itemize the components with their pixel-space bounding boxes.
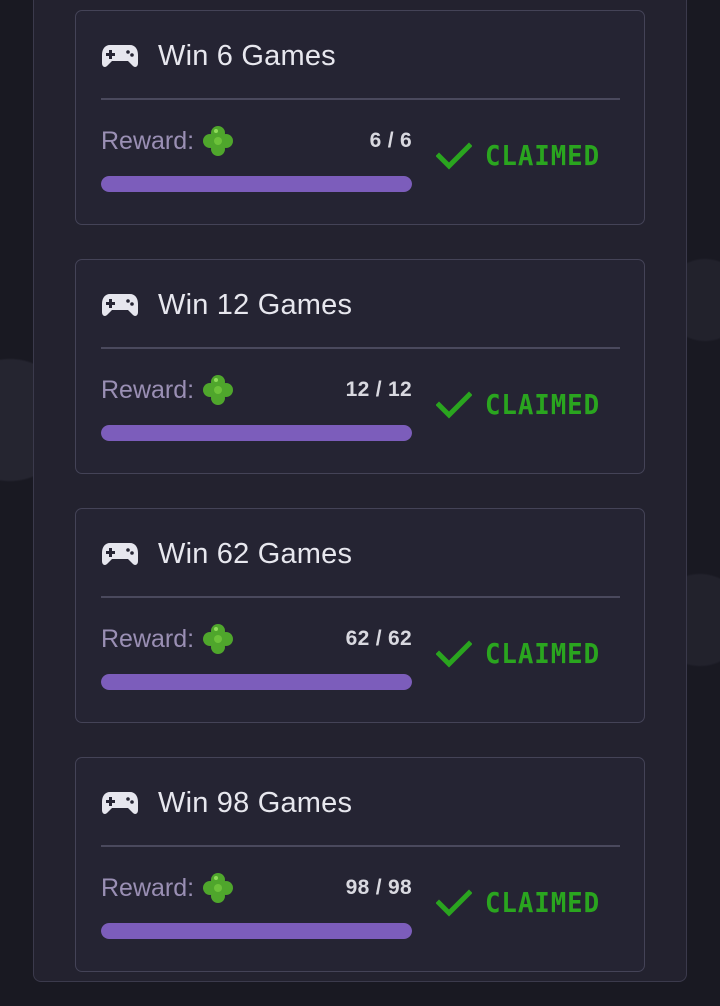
card-divider [101, 98, 620, 100]
claimed-label: CLAIMED [485, 637, 601, 670]
progress-count: 12 / 12 [345, 378, 412, 401]
achievement-title: Win 12 Games [158, 288, 353, 321]
check-icon [436, 141, 472, 170]
achievement-title: Win 6 Games [158, 39, 336, 72]
progress-bar [101, 176, 412, 192]
achievement-card: Win 98 Games Reward: 98 / 98 CLAIMED [75, 757, 645, 972]
clover-icon [203, 126, 234, 156]
card-divider [101, 347, 620, 349]
progress-bar-fill [101, 674, 412, 690]
achievement-header: Win 12 Games [101, 285, 352, 325]
claimed-label: CLAIMED [485, 388, 601, 421]
card-divider [101, 596, 620, 598]
check-icon [436, 390, 472, 419]
achievement-header: Win 62 Games [101, 534, 352, 574]
achievement-title: Win 98 Games [158, 786, 353, 819]
progress-bar [101, 425, 412, 441]
claimed-label: CLAIMED [485, 139, 601, 172]
reward-row: Reward: 12 / 12 [101, 373, 412, 407]
card-divider [101, 845, 620, 847]
clover-icon [203, 375, 234, 405]
reward-row: Reward: 6 / 6 [101, 124, 412, 158]
progress-bar-fill [101, 425, 412, 441]
reward-label: Reward: [101, 624, 195, 653]
progress-bar-fill [101, 176, 412, 192]
gamepad-icon [102, 294, 138, 316]
clover-icon [203, 624, 234, 654]
progress-bar-fill [101, 923, 412, 939]
claimed-status: CLAIMED [436, 637, 610, 670]
achievement-card: Win 12 Games Reward: 12 / 12 CLAIMED [75, 259, 645, 474]
achievement-header: Win 98 Games [101, 783, 352, 823]
progress-count: 98 / 98 [345, 876, 412, 899]
progress-bar [101, 923, 412, 939]
progress-bar [101, 674, 412, 690]
gamepad-icon [102, 543, 138, 565]
achievement-card: Win 62 Games Reward: 62 / 62 CLAIMED [75, 508, 645, 723]
check-icon [436, 888, 472, 917]
progress-count: 6 / 6 [369, 129, 412, 152]
claimed-status: CLAIMED [436, 388, 610, 421]
claimed-status: CLAIMED [436, 139, 610, 172]
achievement-header: Win 6 Games [101, 36, 336, 76]
reward-row: Reward: 98 / 98 [101, 871, 412, 905]
achievement-title: Win 62 Games [158, 537, 353, 570]
gamepad-icon [102, 45, 138, 67]
progress-count: 62 / 62 [345, 627, 412, 650]
check-icon [436, 639, 472, 668]
achievement-card: Win 6 Games Reward: 6 / 6 CLAIMED [75, 10, 645, 225]
gamepad-icon [102, 792, 138, 814]
claimed-label: CLAIMED [485, 886, 601, 919]
clover-icon [203, 873, 234, 903]
reward-label: Reward: [101, 126, 195, 155]
reward-row: Reward: 62 / 62 [101, 622, 412, 656]
reward-label: Reward: [101, 873, 195, 902]
claimed-status: CLAIMED [436, 886, 610, 919]
reward-label: Reward: [101, 375, 195, 404]
